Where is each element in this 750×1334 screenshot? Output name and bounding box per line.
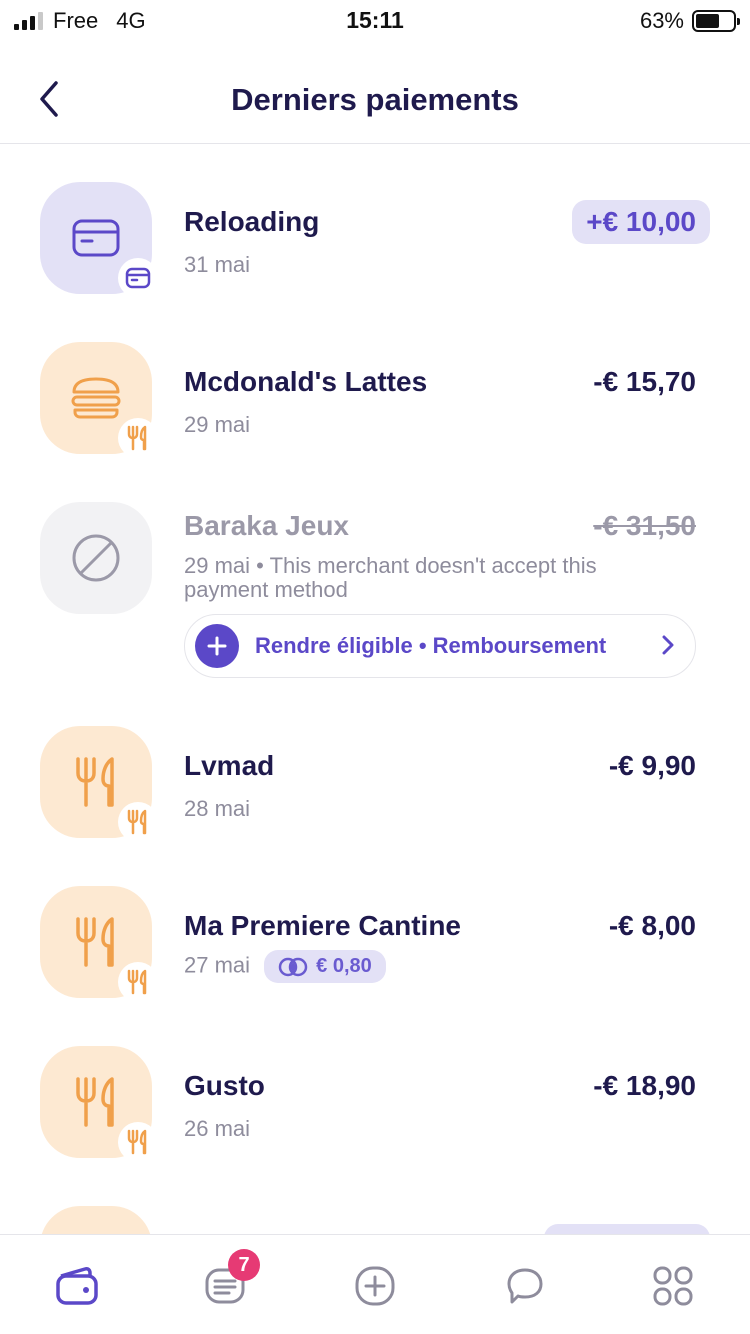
card-icon — [125, 267, 151, 289]
transaction-row-partial[interactable] — [0, 1206, 750, 1234]
tab-activity[interactable]: 7 — [200, 1249, 260, 1311]
transaction-date: 27 mai — [184, 952, 251, 978]
transaction-avatar — [40, 726, 158, 842]
fork-knife-icon — [76, 917, 114, 967]
make-eligible-label: Rendre éligible • Remboursement — [255, 633, 607, 658]
battery-percent: 63% — [639, 8, 684, 33]
transaction-list[interactable]: Reloading 31 mai +€ 10,00 Mcdonald's Lat… — [0, 146, 750, 1234]
transaction-avatar — [40, 1046, 158, 1162]
tab-wallet[interactable] — [52, 1261, 102, 1311]
fork-knife-icon — [76, 757, 114, 807]
transaction-row-declined[interactable]: Baraka Jeux 29 mai • This merchant doesn… — [0, 502, 750, 702]
transaction-amount: -€ 8,00 — [608, 910, 696, 941]
clock: 15:11 — [346, 7, 404, 33]
transaction-date: 31 mai — [184, 252, 251, 277]
fork-knife-icon — [127, 969, 147, 995]
category-badge — [118, 258, 158, 298]
transaction-avatar — [40, 342, 158, 458]
transaction-date: 26 mai — [184, 1116, 251, 1141]
transaction-row[interactable]: Lvmad 28 mai -€ 9,90 — [0, 726, 750, 866]
transaction-avatar — [40, 502, 152, 614]
blocked-icon — [72, 534, 120, 582]
transaction-avatar — [40, 886, 158, 1002]
notification-badge: 7 — [228, 1249, 260, 1281]
plus-circle-icon — [355, 1266, 395, 1306]
transaction-amount: -€ 9,90 — [608, 750, 696, 781]
tab-bar: 7 — [0, 1234, 750, 1334]
status-right: 63% — [639, 8, 740, 34]
nav-header: Derniers paiements — [0, 44, 750, 144]
cashback-badge: € 0,80 — [264, 950, 386, 983]
chevron-right-icon — [662, 635, 674, 655]
transaction-date: 29 mai — [184, 553, 251, 578]
card-icon — [72, 219, 120, 257]
transaction-date: 28 mai — [184, 796, 251, 821]
fork-knife-icon — [127, 425, 147, 451]
transaction-amount: -€ 15,70 — [593, 366, 696, 397]
merchant-name: Lvmad — [184, 750, 275, 781]
page-title: Derniers paiements — [231, 82, 519, 117]
transaction-date: 29 mai — [184, 412, 251, 437]
merchant-name: Reloading — [184, 206, 320, 237]
transaction-row[interactable]: Gusto 26 mai -€ 18,90 — [0, 1046, 750, 1186]
merchant-name: Mcdonald's Lattes — [184, 366, 428, 397]
tab-chat[interactable] — [500, 1261, 550, 1311]
merchant-name: Gusto — [184, 1070, 265, 1101]
transaction-row[interactable]: Ma Premiere Cantine 27 mai € 0,80 -€ 8,0… — [0, 886, 750, 1026]
transaction-row[interactable]: Reloading 31 mai +€ 10,00 — [0, 182, 750, 322]
transaction-amount: +€ 10,00 — [572, 200, 710, 244]
transaction-amount: -€ 18,90 — [593, 1070, 696, 1101]
tab-more[interactable] — [648, 1261, 698, 1311]
transaction-avatar — [40, 1206, 152, 1234]
merchant-name: Baraka Jeux — [184, 510, 350, 541]
transaction-amount: -€ 31,50 — [593, 510, 696, 541]
fork-knife-icon — [127, 809, 147, 835]
transaction-row[interactable]: Mcdonald's Lattes 29 mai -€ 15,70 — [0, 342, 750, 482]
category-badge — [118, 802, 158, 842]
fork-knife-icon — [127, 1129, 147, 1155]
tab-add[interactable] — [350, 1261, 400, 1311]
chat-icon — [507, 1268, 543, 1304]
cashback-icon — [278, 957, 308, 976]
amount-pill-partial — [544, 1224, 710, 1234]
wallet-icon — [56, 1267, 98, 1305]
category-badge — [118, 418, 158, 458]
transaction-avatar — [40, 182, 158, 298]
make-eligible-button[interactable]: Rendre éligible • Remboursement — [184, 614, 696, 678]
transaction-meta: 27 mai € 0,80 — [184, 950, 386, 983]
merchant-name: Ma Premiere Cantine — [184, 910, 461, 941]
cashback-amount: € 0,80 — [316, 955, 372, 977]
category-badge — [118, 1122, 158, 1162]
plus-icon — [195, 624, 239, 668]
transaction-note: 29 mai • This merchant doesn't accept th… — [184, 554, 684, 602]
fork-knife-icon — [76, 1077, 114, 1127]
battery-icon — [692, 10, 740, 32]
category-badge — [118, 962, 158, 1002]
burger-icon — [71, 377, 121, 419]
status-bar: Free 4G 15:11 63% — [0, 0, 750, 44]
grid-icon — [653, 1266, 693, 1306]
